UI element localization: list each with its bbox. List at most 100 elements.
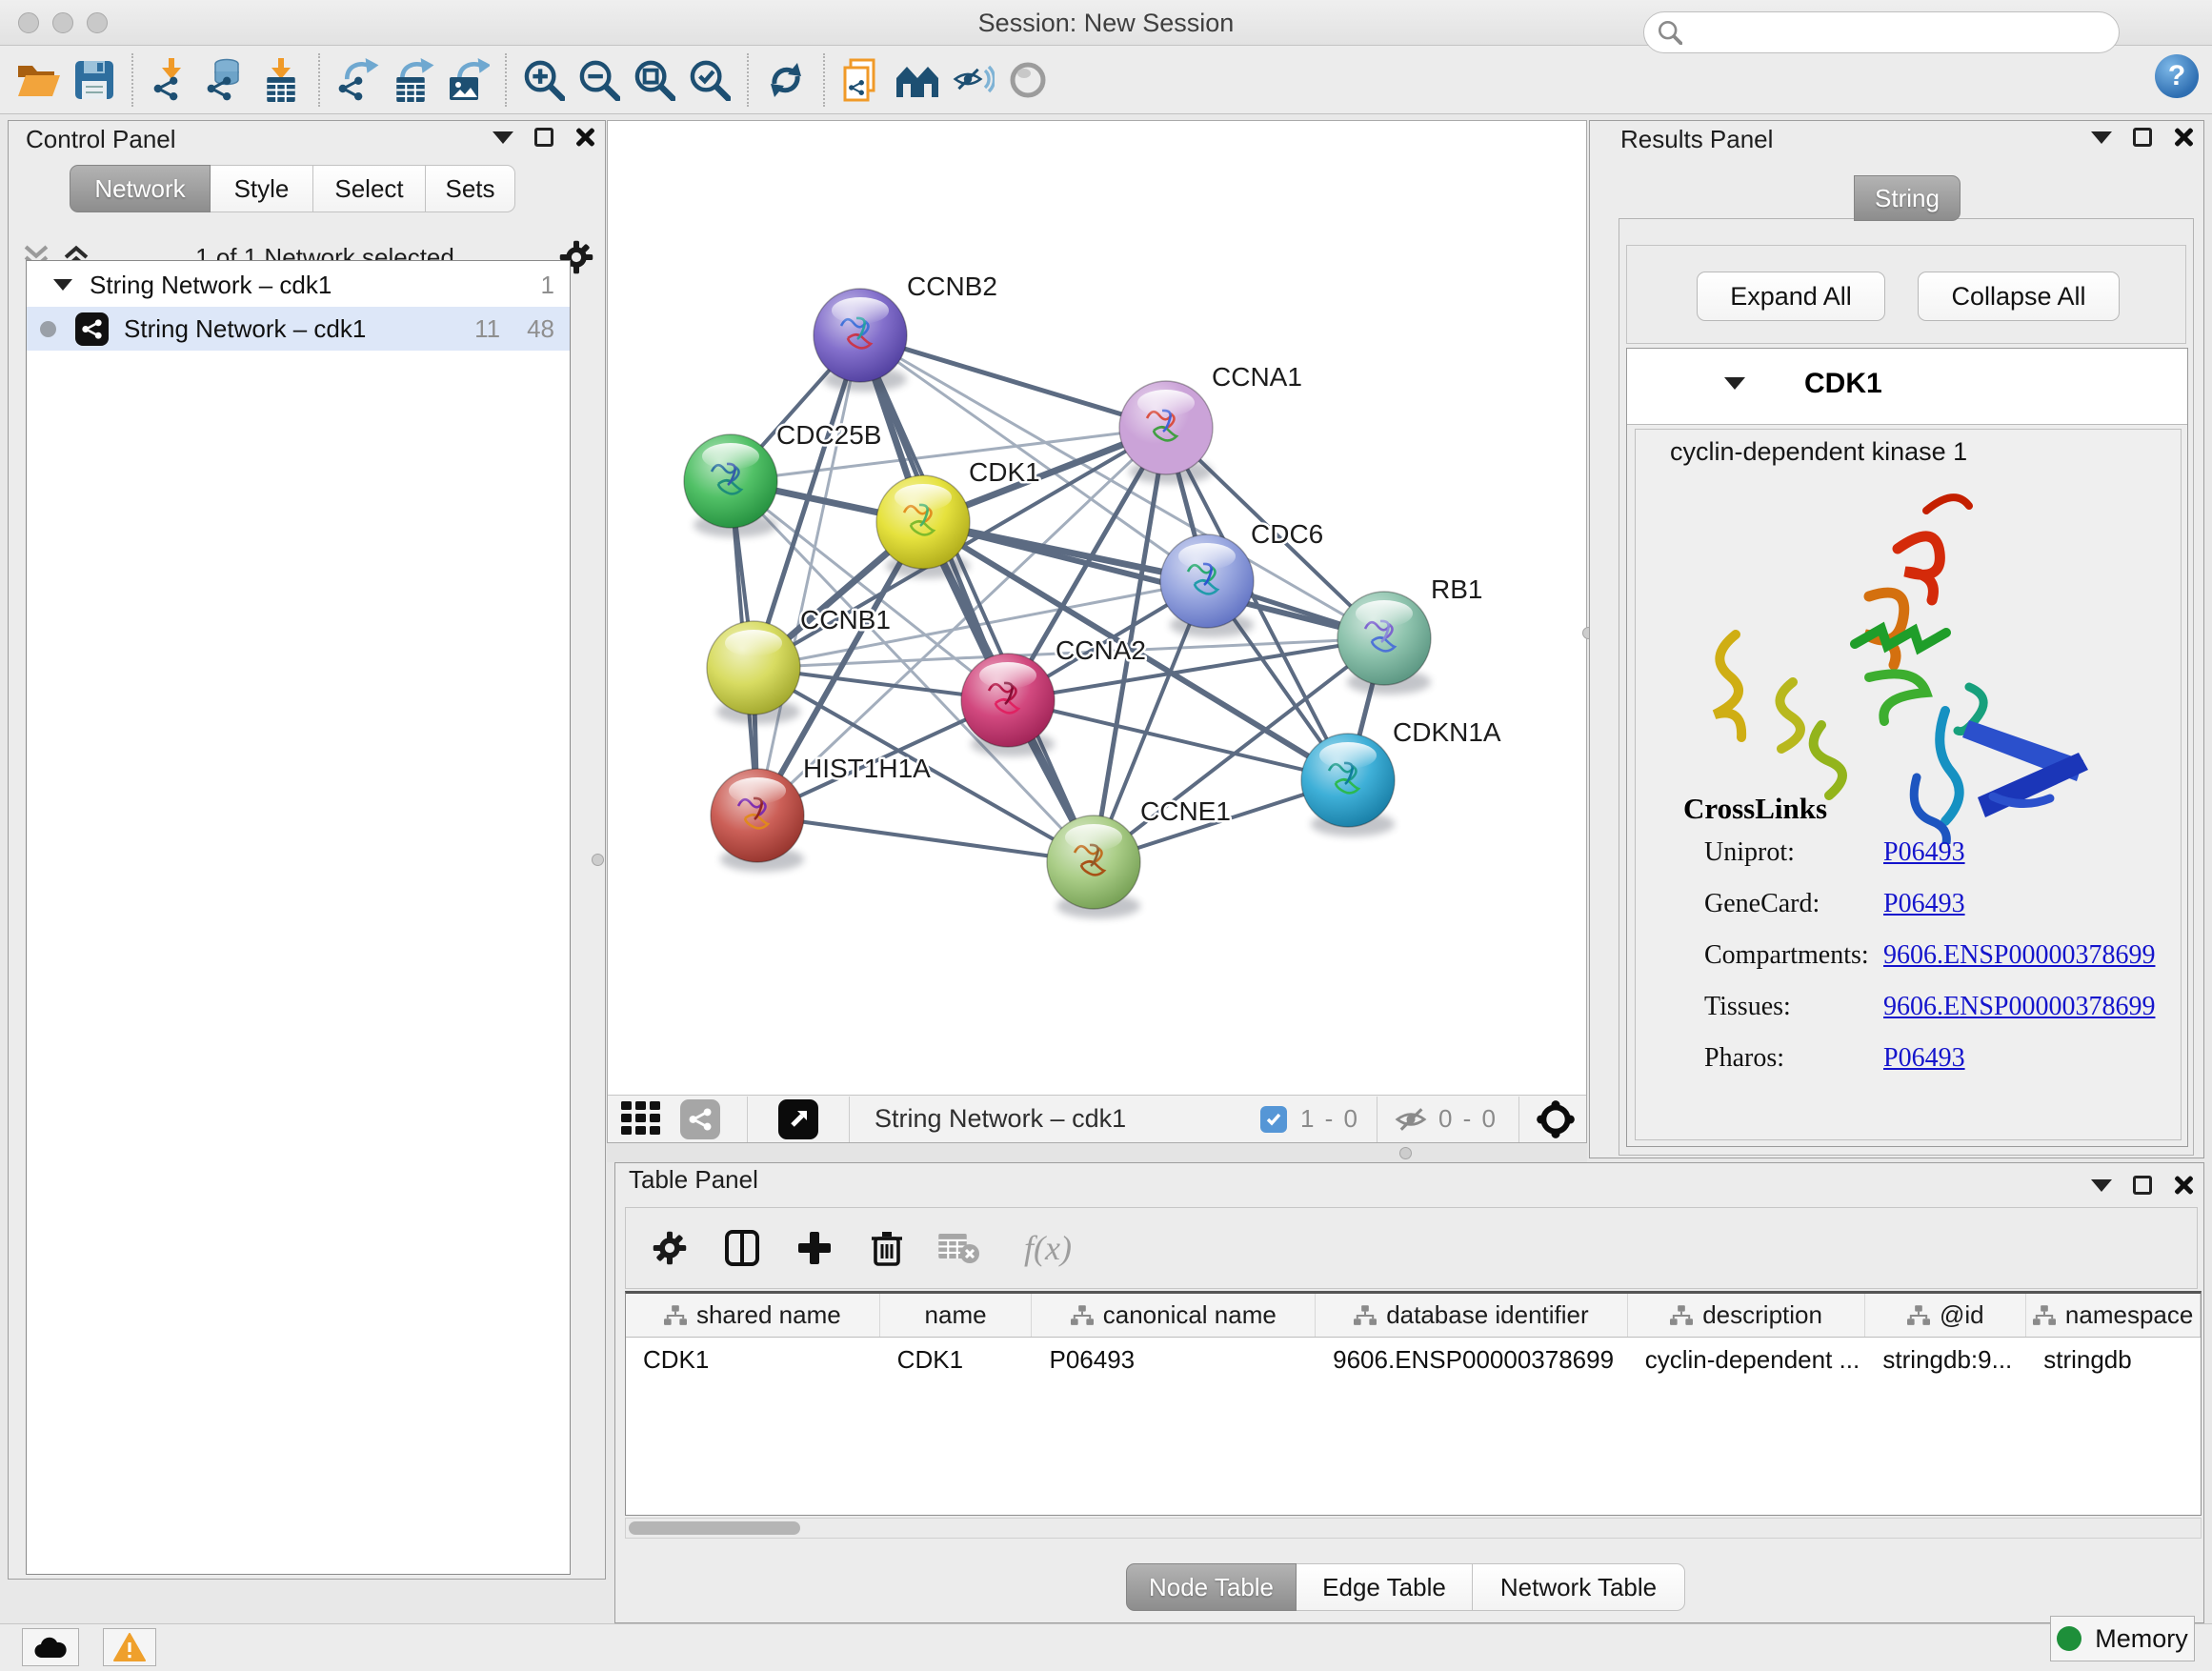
grid-view-icon[interactable] xyxy=(621,1101,663,1137)
scrollbar-thumb[interactable] xyxy=(629,1521,800,1535)
table-panel-menu-icon[interactable] xyxy=(2091,1179,2112,1192)
save-session-button[interactable] xyxy=(67,52,122,108)
network-canvas[interactable]: CCNB2CCNA1CDC25BCDK1CDC6RB1CCNB1CCNA2CDK… xyxy=(608,121,1586,1094)
network-node-CCNB2[interactable] xyxy=(814,289,907,382)
zoom-in-button[interactable] xyxy=(516,52,572,108)
results-panel: Results Panel String Expand All Collapse… xyxy=(1589,120,2204,1158)
network-node-CCNE1[interactable] xyxy=(1047,815,1140,909)
network-node-HIST1H1A[interactable] xyxy=(711,769,804,862)
export-image-button[interactable] xyxy=(440,52,495,108)
table-row[interactable]: CDK1CDK1P064939606.ENSP00000378699cyclin… xyxy=(626,1338,2201,1381)
table-panel-close-button[interactable] xyxy=(2173,1175,2194,1196)
column-header-name[interactable]: name xyxy=(880,1294,1033,1337)
expand-all-button[interactable]: Expand All xyxy=(1697,272,1885,321)
tab-network-table[interactable]: Network Table xyxy=(1473,1563,1685,1611)
network-node-CCNA2[interactable] xyxy=(961,654,1055,747)
results-panel-menu-icon[interactable] xyxy=(2091,131,2112,144)
help-button[interactable]: ? xyxy=(2155,54,2199,98)
import-network-from-file-button[interactable] xyxy=(143,52,198,108)
control-panel-float-button[interactable] xyxy=(534,128,553,147)
warning-icon xyxy=(113,1633,146,1661)
export-table-button[interactable] xyxy=(385,52,440,108)
collection-collapse-icon[interactable] xyxy=(53,279,72,291)
control-panel-menu-icon[interactable] xyxy=(493,131,513,144)
tab-sets[interactable]: Sets xyxy=(426,165,515,212)
selected-nodes-checkbox[interactable] xyxy=(1260,1106,1287,1133)
cloud-button[interactable] xyxy=(22,1628,79,1666)
results-panel-close-button[interactable] xyxy=(2173,127,2194,148)
show-columns-button[interactable] xyxy=(706,1219,778,1277)
network-node-CDKN1A[interactable] xyxy=(1301,734,1395,827)
create-column-button[interactable] xyxy=(778,1219,851,1277)
control-panel-close-button[interactable] xyxy=(574,127,595,148)
shared-column-icon xyxy=(1354,1305,1377,1326)
column-header-canonical-name[interactable]: canonical name xyxy=(1032,1294,1316,1337)
zoom-out-button[interactable] xyxy=(572,52,627,108)
tab-edge-table[interactable]: Edge Table xyxy=(1297,1563,1473,1611)
gene-section-header[interactable]: CDK1 xyxy=(1627,349,2187,425)
tab-select[interactable]: Select xyxy=(313,165,426,212)
birdseye-view-icon[interactable] xyxy=(778,1099,818,1139)
crosslink-row: Tissues:9606.ENSP00000378699 xyxy=(1704,992,2162,1043)
column-header-database-identifier[interactable]: database identifier xyxy=(1316,1294,1628,1337)
manage-networks-button[interactable] xyxy=(890,52,945,108)
table-panel-float-button[interactable] xyxy=(2133,1176,2152,1195)
network-edge-CCNA2-CDKN1A[interactable] xyxy=(1008,700,1348,780)
network-node-CDC25B[interactable] xyxy=(684,434,777,528)
delete-column-button[interactable] xyxy=(851,1219,923,1277)
column-header-id[interactable]: @id xyxy=(1865,1294,2026,1337)
tab-network[interactable]: Network xyxy=(70,165,211,212)
network-edge-HIST1H1A-CCNE1[interactable] xyxy=(757,815,1094,862)
results-panel-float-button[interactable] xyxy=(2133,128,2152,147)
open-session-button[interactable] xyxy=(11,52,67,108)
network-row[interactable]: String Network – cdk1 11 48 xyxy=(27,307,570,351)
horizontal-splitter[interactable] xyxy=(607,1143,1587,1162)
control-panel: Control Panel NetworkStyleSelectSets 1 o… xyxy=(8,120,606,1580)
clone-network-button[interactable] xyxy=(835,52,890,108)
network-node-CCNB1[interactable] xyxy=(707,621,800,715)
graphics-details-button[interactable] xyxy=(1000,52,1056,108)
network-node-RB1[interactable] xyxy=(1337,592,1431,685)
left-splitter-handle-dot[interactable] xyxy=(592,854,604,866)
import-table-button[interactable] xyxy=(253,52,309,108)
network-edge-CCNB2-HIST1H1A[interactable] xyxy=(757,335,860,815)
column-header-namespace[interactable]: namespace xyxy=(2026,1294,2201,1337)
collection-count: 1 xyxy=(541,271,554,300)
crosslink-link[interactable]: 9606.ENSP00000378699 xyxy=(1883,992,2155,1022)
network-collection-row[interactable]: String Network – cdk1 1 xyxy=(27,263,570,307)
splitter-handle-dot[interactable] xyxy=(1399,1147,1412,1159)
refresh-button[interactable] xyxy=(758,52,814,108)
collapse-all-button[interactable]: Collapse All xyxy=(1918,272,2120,321)
search-input[interactable] xyxy=(1682,19,2092,46)
network-node-CCNA1[interactable] xyxy=(1119,381,1213,474)
crosslink-link[interactable]: P06493 xyxy=(1883,837,1965,868)
import-network-from-database-button[interactable] xyxy=(198,52,253,108)
gene-section-collapse-icon[interactable] xyxy=(1724,377,1745,390)
crosslink-link[interactable]: 9606.ENSP00000378699 xyxy=(1883,940,2155,971)
network-edge-CCNB2-CCNE1[interactable] xyxy=(860,335,1094,862)
tab-style[interactable]: Style xyxy=(211,165,313,212)
fit-content-icon[interactable] xyxy=(1537,1100,1575,1138)
network-node-CDC6[interactable] xyxy=(1160,534,1254,628)
function-builder-button[interactable]: f(x) xyxy=(995,1219,1100,1277)
tab-node-table[interactable]: Node Table xyxy=(1126,1563,1297,1611)
hide-unselected-button[interactable] xyxy=(945,52,1000,108)
tab-string[interactable]: String xyxy=(1854,175,1961,221)
crosslink-link[interactable]: P06493 xyxy=(1883,1043,1965,1074)
column-header-shared-name[interactable]: shared name xyxy=(626,1294,880,1337)
crosslink-link[interactable]: P06493 xyxy=(1883,889,1965,919)
zoom-fit-button[interactable] xyxy=(627,52,682,108)
table-horizontal-scrollbar[interactable] xyxy=(625,1518,2202,1539)
zoom-selected-button[interactable] xyxy=(682,52,737,108)
memory-button[interactable]: Memory xyxy=(2050,1616,2195,1661)
table-cell: 9606.ENSP00000378699 xyxy=(1316,1338,1628,1381)
delete-table-button[interactable] xyxy=(923,1219,995,1277)
network-node-CDK1[interactable] xyxy=(876,475,970,569)
column-header-description[interactable]: description xyxy=(1628,1294,1866,1337)
network-overview-icon[interactable] xyxy=(680,1099,720,1139)
warning-button[interactable] xyxy=(103,1628,156,1666)
table-options-gear-button[interactable] xyxy=(633,1219,706,1277)
shared-column-icon xyxy=(664,1305,687,1326)
export-network-button[interactable] xyxy=(330,52,385,108)
open-folder-icon xyxy=(16,60,62,100)
